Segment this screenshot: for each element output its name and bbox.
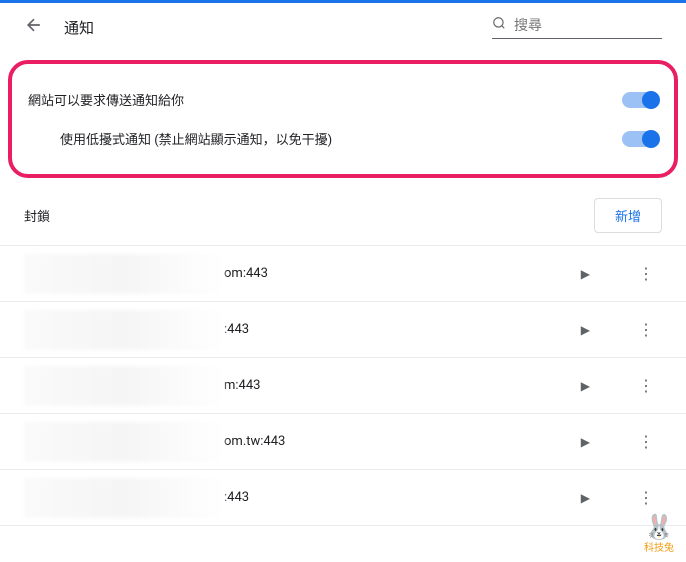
more-icon[interactable]: ⋮ bbox=[630, 424, 662, 459]
search-box[interactable] bbox=[492, 16, 662, 39]
chevron-right-icon[interactable]: ▶ bbox=[573, 427, 598, 457]
site-row[interactable]: om:443 ▶ ⋮ bbox=[0, 246, 686, 302]
page-title: 通知 bbox=[64, 17, 472, 38]
site-url: m:443 bbox=[224, 378, 260, 393]
site-row[interactable]: :443 ▶ ⋮ bbox=[0, 470, 686, 526]
site-blurred bbox=[24, 366, 224, 406]
chevron-right-icon[interactable]: ▶ bbox=[573, 259, 598, 289]
corner-logo-text: 科技兔 bbox=[644, 539, 674, 554]
site-blurred bbox=[24, 254, 224, 294]
add-button[interactable]: 新增 bbox=[594, 198, 662, 233]
main-toggle-label: 網站可以要求傳送通知給你 bbox=[28, 90, 184, 109]
more-icon[interactable]: ⋮ bbox=[630, 256, 662, 291]
chevron-right-icon[interactable]: ▶ bbox=[573, 483, 598, 513]
search-input[interactable] bbox=[514, 17, 662, 33]
site-url: :443 bbox=[224, 322, 249, 337]
site-url: om:443 bbox=[224, 266, 268, 281]
site-row[interactable]: :443 ▶ ⋮ bbox=[0, 302, 686, 358]
chevron-right-icon[interactable]: ▶ bbox=[573, 315, 598, 345]
more-icon[interactable]: ⋮ bbox=[630, 312, 662, 347]
site-row[interactable]: om.tw:443 ▶ ⋮ bbox=[0, 414, 686, 470]
corner-logo: 🐰 科技兔 bbox=[644, 515, 674, 554]
site-blurred bbox=[24, 478, 224, 518]
settings-highlight: 網站可以要求傳送通知給你 使用低擾式通知 (禁止網站顯示通知，以免干擾) bbox=[8, 60, 678, 178]
back-button[interactable] bbox=[24, 15, 44, 40]
sub-toggle-label: 使用低擾式通知 (禁止網站顯示通知，以免干擾) bbox=[60, 129, 332, 148]
site-row[interactable]: m:443 ▶ ⋮ bbox=[0, 358, 686, 414]
more-icon[interactable]: ⋮ bbox=[630, 368, 662, 403]
quiet-notifications-toggle[interactable] bbox=[622, 131, 658, 147]
bunny-icon: 🐰 bbox=[644, 515, 674, 539]
site-blurred bbox=[24, 310, 224, 350]
sites-request-toggle[interactable] bbox=[622, 92, 658, 108]
search-icon bbox=[492, 16, 506, 34]
blocked-section-title: 封鎖 bbox=[24, 206, 50, 225]
chevron-right-icon[interactable]: ▶ bbox=[573, 371, 598, 401]
more-icon[interactable]: ⋮ bbox=[630, 480, 662, 515]
blocked-site-list: om:443 ▶ ⋮ :443 ▶ ⋮ m:443 ▶ ⋮ om.tw:443 … bbox=[0, 245, 686, 526]
site-url: om.tw:443 bbox=[224, 434, 285, 449]
site-blurred bbox=[24, 422, 224, 462]
site-url: :443 bbox=[224, 490, 249, 505]
